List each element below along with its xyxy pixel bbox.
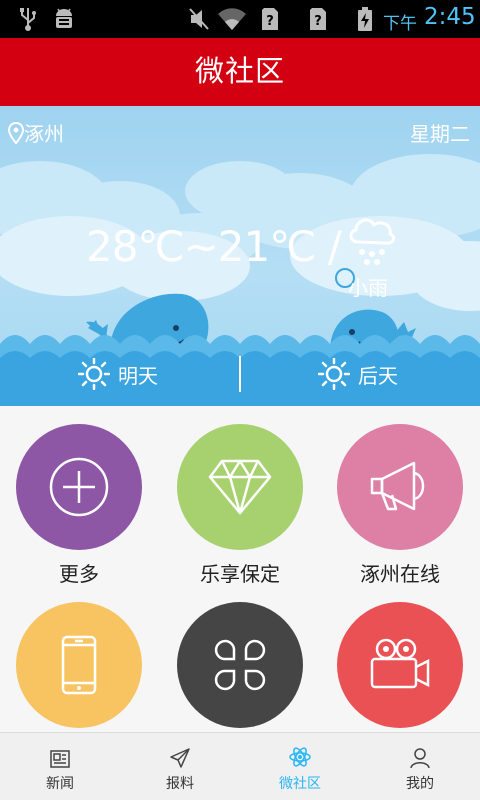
nav-label: 微社区 [279, 776, 321, 792]
usb-icon [14, 5, 42, 33]
svg-text:?: ? [266, 14, 274, 29]
diamond-icon [208, 459, 272, 515]
megaphone-icon [370, 461, 425, 511]
android-debug-icon [50, 5, 78, 33]
page-title: 微社区 [194, 54, 285, 88]
nav-mine[interactable]: 我的 [360, 733, 480, 800]
location-pin-icon [8, 121, 24, 144]
weather-temperature: 28℃~21℃ / [86, 222, 342, 271]
nav-report[interactable]: 报料 [120, 733, 240, 800]
weather-weekday: 星期二 [410, 122, 470, 146]
tile-label: 乐享保定 [200, 562, 280, 586]
wifi-icon [216, 5, 248, 33]
location-name: 涿州 [24, 122, 64, 146]
tile-label: 涿州在线 [360, 562, 440, 586]
feature-grid: 更多 乐享保定 涿州在线 [0, 406, 480, 732]
send-icon [170, 748, 190, 768]
weather-condition: 小雨 [348, 276, 388, 300]
sun-icon [318, 358, 350, 390]
nav-community[interactable]: 微社区 [240, 733, 360, 800]
sun-icon [78, 358, 110, 390]
tile-circle [177, 602, 303, 728]
tile-circle [337, 424, 463, 550]
tile-circle [16, 424, 142, 550]
tile-phone[interactable] [14, 602, 144, 732]
tile-circle [177, 424, 303, 550]
mute-icon [186, 5, 212, 33]
tile-more[interactable]: 更多 [14, 424, 144, 587]
forecast-divider [239, 356, 241, 392]
sim-unknown-icon: ? [306, 5, 330, 33]
status-time: 2:45 [424, 4, 476, 30]
tile-zhuozhou-online[interactable]: 涿州在线 [335, 424, 465, 587]
nav-news[interactable]: 新闻 [0, 733, 120, 800]
svg-text:?: ? [314, 14, 322, 29]
sim-unknown-icon: ? [258, 5, 282, 33]
user-icon [410, 748, 430, 769]
newspaper-icon [50, 750, 70, 768]
tile-label: 更多 [59, 562, 99, 586]
phone-icon [61, 635, 97, 695]
weather-location[interactable]: 涿州 [8, 118, 64, 147]
bottom-nav: 新闻 报料 微社区 我的 [0, 732, 480, 800]
nav-label: 我的 [406, 776, 434, 792]
status-ampm: 下午 [383, 14, 417, 34]
atom-icon [289, 747, 311, 767]
nav-label: 新闻 [46, 776, 74, 792]
app-screen: ? ? 下午 2:45 微社区 涿州 星期二 28℃~21℃ / 小雨 明天 后… [0, 0, 480, 800]
battery-charging-icon [354, 5, 376, 33]
plus-circle-icon [49, 457, 109, 517]
forecast-day-after[interactable]: 后天 [318, 358, 398, 390]
tile-lexiang-baoding[interactable]: 乐享保定 [175, 424, 305, 587]
tile-apps[interactable] [175, 602, 305, 732]
nav-label: 报料 [166, 776, 194, 792]
light-rain-icon [349, 218, 395, 265]
tile-circle [337, 602, 463, 728]
weather-panel[interactable]: 涿州 星期二 28℃~21℃ / 小雨 明天 后天 [0, 106, 480, 406]
tile-circle [16, 602, 142, 728]
app-header: 微社区 [0, 38, 480, 106]
forecast-label: 后天 [358, 363, 398, 388]
command-icon [214, 639, 266, 691]
tile-video[interactable] [335, 602, 465, 732]
forecast-label: 明天 [118, 363, 158, 388]
status-bar: ? ? 下午 2:45 [0, 0, 480, 38]
forecast-tomorrow[interactable]: 明天 [78, 358, 158, 390]
video-camera-icon [370, 638, 430, 689]
